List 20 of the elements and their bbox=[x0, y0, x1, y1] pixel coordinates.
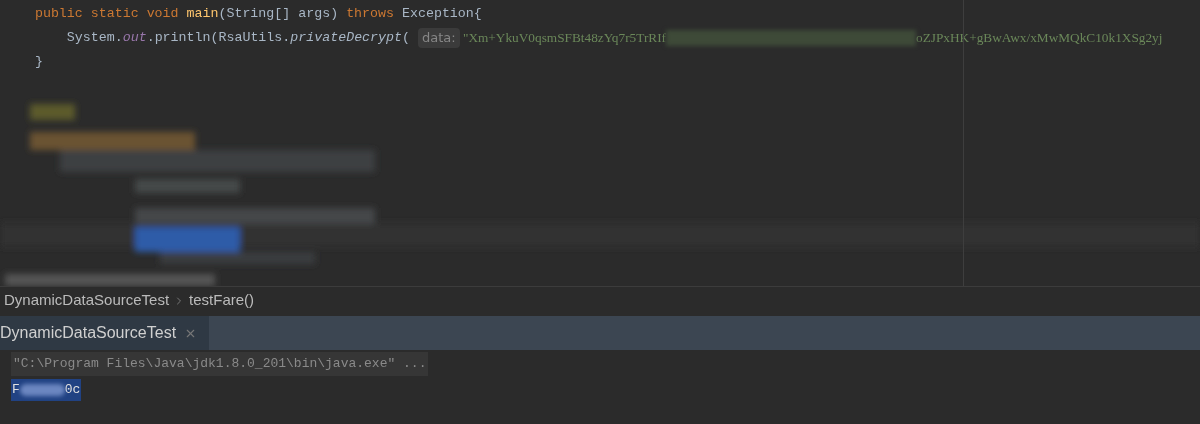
code-token: Exception{ bbox=[402, 5, 482, 24]
code-token: out bbox=[122, 29, 147, 48]
code-token: (String[] args) bbox=[218, 5, 340, 24]
breadcrumb-item[interactable]: DynamicDataSourceTest bbox=[4, 289, 170, 312]
code-token: } bbox=[33, 53, 43, 72]
code-token: ( bbox=[402, 29, 411, 48]
code-token: throws bbox=[346, 5, 395, 24]
code-token: main bbox=[186, 5, 219, 24]
code-token: "Xm+YkuV0qsmSFBt48zYq7r5TrRIf bbox=[461, 29, 667, 48]
code-token: oZJPxHK+gBwAwx/xMwMQkC10k1XSg2yj bbox=[916, 29, 1163, 48]
code-token: .println(RsaUtils. bbox=[146, 29, 291, 48]
code-token: System. bbox=[65, 29, 123, 48]
redacted-block bbox=[19, 383, 65, 396]
code-token: privateDecrypt bbox=[290, 29, 402, 48]
breadcrumb-item[interactable]: testFare() bbox=[189, 289, 255, 312]
console-command: "C:\Program Files\Java\jdk1.8.0_201\bin\java.exe" ... bbox=[11, 352, 429, 376]
run-tab[interactable]: DynamicDataSourceTest bbox=[0, 316, 210, 350]
console-output: F 0c bbox=[11, 378, 82, 401]
code-token: public static void bbox=[33, 5, 180, 24]
parameter-hint: data: bbox=[418, 28, 460, 48]
